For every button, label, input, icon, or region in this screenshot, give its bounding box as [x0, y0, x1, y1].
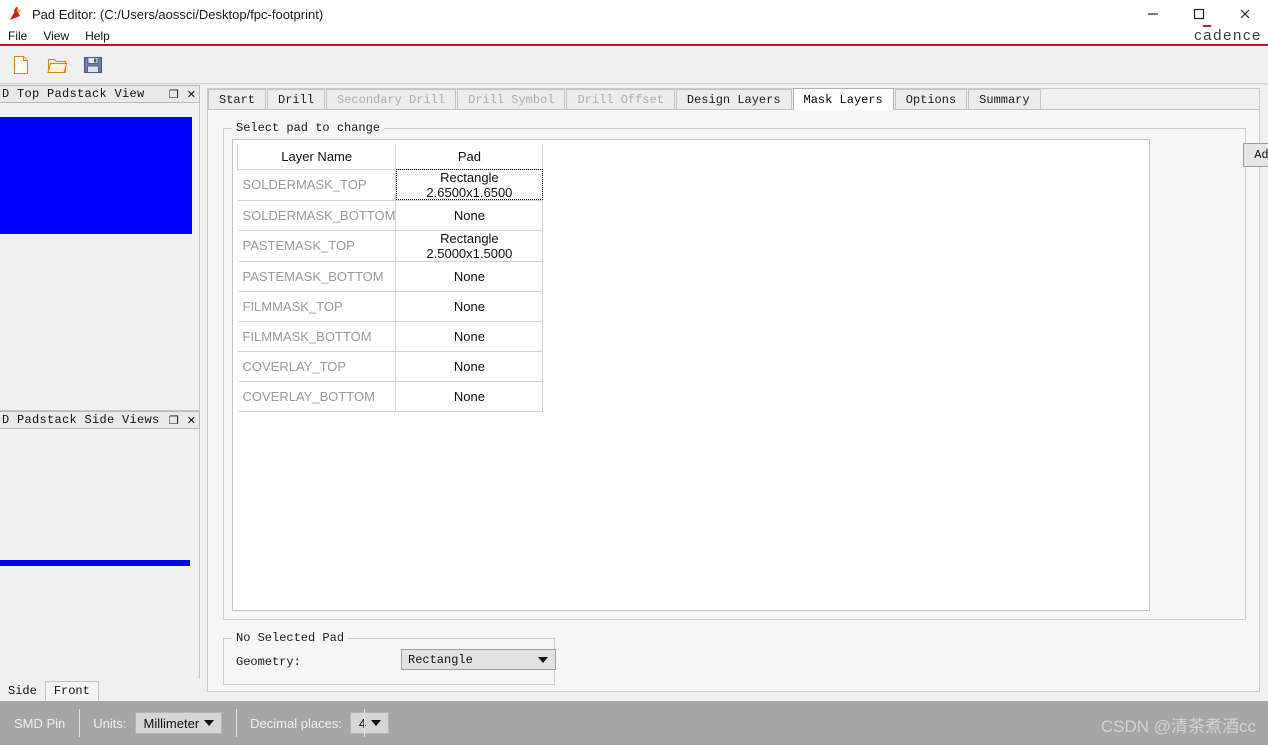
- status-bar: SMD Pin Units: Millimeter Decimal places…: [0, 701, 1268, 745]
- cadence-logo: cadence: [1194, 27, 1262, 44]
- save-icon[interactable]: [78, 50, 108, 80]
- tab-drill[interactable]: Drill: [267, 89, 326, 109]
- tab-summary[interactable]: Summary: [968, 89, 1041, 109]
- pad-table[interactable]: Layer Name Pad SOLDERMASK_TOP Rectangle …: [236, 144, 544, 412]
- geometry-select[interactable]: Rectangle: [401, 649, 556, 670]
- geometry-label: Geometry:: [236, 655, 301, 669]
- left-dock: D Top Padstack View ❐ ✕ D Padstack Side …: [0, 85, 200, 685]
- cell-layer-name: PASTEMASK_BOTTOM: [237, 260, 397, 292]
- cell-layer-name: COVERLAY_BOTTOM: [237, 380, 397, 412]
- tab-drill-symbol: Drill Symbol: [457, 89, 566, 109]
- pad-table-body: SOLDERMASK_TOP Rectangle 2.6500x1.6500 S…: [237, 168, 544, 412]
- tab-side[interactable]: Side: [0, 681, 45, 701]
- table-row[interactable]: SOLDERMASK_TOP Rectangle 2.6500x1.6500: [237, 168, 544, 201]
- padstack-side-views-title: D Padstack Side Views: [2, 413, 160, 427]
- minimize-button[interactable]: [1130, 0, 1176, 28]
- tab-options[interactable]: Options: [894, 89, 968, 109]
- tab-mask-layers[interactable]: Mask Layers: [792, 88, 894, 110]
- table-row[interactable]: COVERLAY_TOP None: [237, 350, 544, 382]
- chevron-down-icon: [538, 656, 548, 663]
- pin-type-label: SMD Pin: [14, 715, 66, 731]
- table-row[interactable]: COVERLAY_BOTTOM None: [237, 380, 544, 412]
- menu-item-file[interactable]: File: [0, 29, 35, 43]
- selected-pad-group-label: No Selected Pad: [232, 631, 349, 645]
- tab-drill-offset: Drill Offset: [566, 89, 675, 109]
- watermark: CSDN @清茶煮酒cc: [1100, 717, 1256, 736]
- window-controls: [1130, 0, 1268, 28]
- table-row[interactable]: FILMMASK_TOP None: [237, 290, 544, 322]
- tab-start[interactable]: Start: [208, 89, 267, 109]
- new-file-icon[interactable]: [6, 50, 36, 80]
- add-layer-button[interactable]: Add Layer: [1243, 143, 1268, 167]
- tab-design-layers[interactable]: Design Layers: [675, 89, 792, 109]
- chevron-down-icon: [204, 720, 215, 726]
- padstack-side-views-titlebar: D Padstack Side Views ❐ ✕: [0, 411, 200, 429]
- table-row[interactable]: PASTEMASK_BOTTOM None: [237, 260, 544, 292]
- select-pad-group-label: Select pad to change: [232, 121, 385, 135]
- units-label: Units:: [93, 715, 127, 731]
- float-icon[interactable]: ❐: [169, 415, 179, 427]
- pad-editor-window: Pad Editor: (C:/Users/aossci/Desktop/fpc…: [0, 0, 1268, 745]
- selected-pad-group: No Selected Pad Geometry: Rectangle: [223, 631, 556, 685]
- status-decimal-places: Decimal places: 4: [236, 701, 403, 745]
- pad-shape-top: [0, 117, 192, 234]
- main-content-panel: Start Drill Secondary Drill Drill Symbol…: [207, 88, 1268, 692]
- tab-front[interactable]: Front: [44, 681, 99, 701]
- table-row[interactable]: SOLDERMASK_BOTTOM None: [237, 199, 544, 231]
- top-padstack-view-canvas[interactable]: [0, 103, 200, 411]
- cell-pad-value[interactable]: None: [395, 380, 544, 412]
- cell-pad-value[interactable]: None: [395, 260, 544, 292]
- title-bar: Pad Editor: (C:/Users/aossci/Desktop/fpc…: [0, 0, 1268, 28]
- close-icon[interactable]: ✕: [187, 89, 196, 101]
- cell-pad-value[interactable]: Rectangle 2.6500x1.6500: [395, 168, 544, 201]
- cell-pad-value[interactable]: None: [395, 320, 544, 352]
- cell-pad-value[interactable]: None: [395, 199, 544, 231]
- status-pin-type: SMD Pin: [0, 701, 79, 745]
- menu-item-view[interactable]: View: [35, 29, 77, 43]
- maximize-button[interactable]: [1176, 0, 1222, 28]
- cell-pad-value[interactable]: Rectangle 2.5000x1.5000: [395, 229, 544, 262]
- window-title: Pad Editor: (C:/Users/aossci/Desktop/fpc…: [32, 6, 324, 22]
- table-header-row: Layer Name Pad: [236, 144, 544, 170]
- menu-item-help[interactable]: Help: [77, 29, 118, 43]
- side-view-tabs: Side Front: [0, 679, 200, 701]
- open-folder-icon[interactable]: [42, 50, 72, 80]
- select-pad-group: Select pad to change Layer Name Pad SOLD…: [223, 121, 1268, 620]
- top-padstack-view-title: D Top Padstack View: [2, 87, 145, 101]
- units-select[interactable]: Millimeter: [134, 712, 223, 734]
- pad-table-container: Layer Name Pad SOLDERMASK_TOP Rectangle …: [232, 139, 1150, 611]
- tab-bar: Start Drill Secondary Drill Drill Symbol…: [208, 88, 1259, 110]
- cell-pad-value[interactable]: None: [395, 290, 544, 322]
- mask-layers-pane: Select pad to change Layer Name Pad SOLD…: [208, 110, 1268, 691]
- status-divider: [364, 709, 365, 737]
- cell-layer-name: COVERLAY_TOP: [237, 350, 397, 382]
- table-row[interactable]: PASTEMASK_TOP Rectangle 2.5000x1.5000: [237, 229, 544, 262]
- padstack-side-view-canvas[interactable]: [0, 429, 200, 682]
- cell-layer-name: SOLDERMASK_TOP: [237, 168, 397, 201]
- status-units: Units: Millimeter: [79, 701, 236, 745]
- units-select-value: Millimeter: [143, 715, 200, 731]
- pad-editor-icon: [8, 5, 26, 23]
- chevron-down-icon: [371, 720, 382, 726]
- top-padstack-view-titlebar: D Top Padstack View ❐ ✕: [0, 85, 200, 103]
- column-header-pad: Pad: [395, 144, 544, 170]
- decimal-places-value: 4: [358, 715, 367, 731]
- table-row[interactable]: FILMMASK_BOTTOM None: [237, 320, 544, 352]
- menu-bar: File View Help: [0, 28, 1268, 44]
- decimal-places-select[interactable]: 4: [349, 712, 390, 734]
- toolbar: [0, 46, 1268, 84]
- close-icon[interactable]: ✕: [187, 415, 196, 427]
- cell-layer-name: PASTEMASK_TOP: [237, 229, 397, 262]
- pad-shape-side: [0, 560, 190, 566]
- tab-secondary-drill: Secondary Drill: [326, 89, 457, 109]
- geometry-select-value: Rectangle: [408, 652, 473, 667]
- cell-layer-name: FILMMASK_BOTTOM: [237, 320, 397, 352]
- float-icon[interactable]: ❐: [169, 89, 179, 101]
- cell-layer-name: FILMMASK_TOP: [237, 290, 397, 322]
- column-header-layer-name: Layer Name: [236, 144, 397, 170]
- cell-pad-value[interactable]: None: [395, 350, 544, 382]
- cell-layer-name: SOLDERMASK_BOTTOM: [237, 199, 397, 231]
- close-button[interactable]: [1222, 0, 1268, 28]
- decimal-places-label: Decimal places:: [250, 715, 342, 731]
